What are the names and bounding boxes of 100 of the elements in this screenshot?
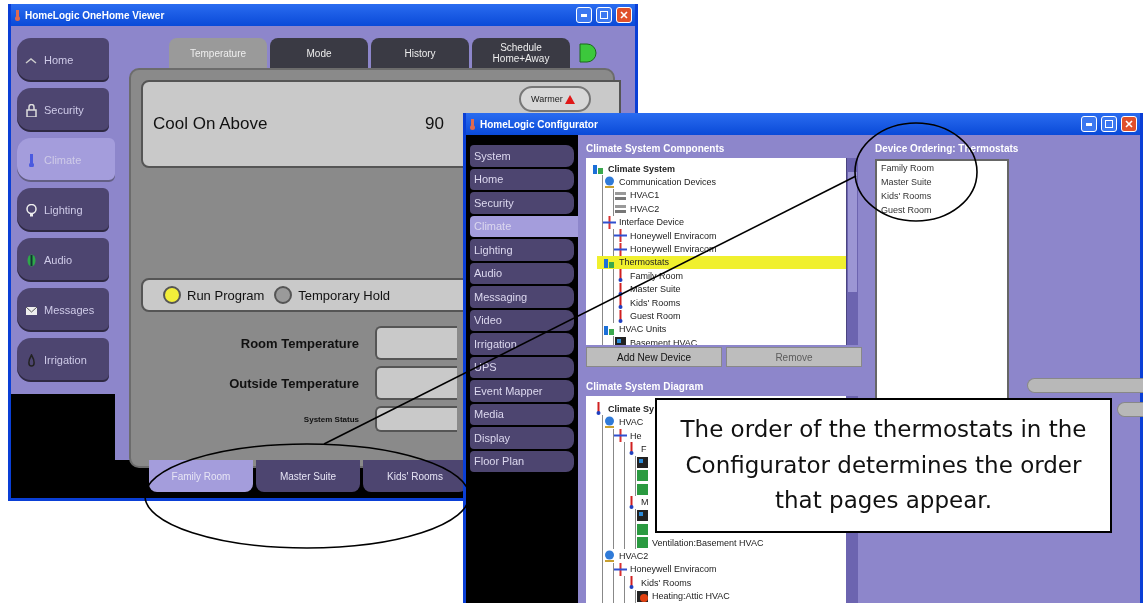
tree-row[interactable]: Honeywell Enviracom [608, 228, 846, 243]
tree-row[interactable]: Guest Room [608, 309, 846, 323]
setpoint-value: 90 [425, 114, 444, 134]
nav-tab[interactable]: Security [470, 192, 574, 214]
tree-row[interactable]: Kids' Rooms [608, 295, 846, 310]
window-title: HomeLogic OneHome Viewer [25, 9, 166, 21]
tab[interactable]: Schedule Home+Away [472, 38, 570, 68]
interface-icon [614, 562, 627, 576]
minimize-button[interactable] [576, 7, 592, 23]
vent-icon [636, 469, 649, 483]
callout-text: The order of the thermostats in the Configurator determines the order that pages appear. [679, 415, 1088, 516]
bulb-icon [25, 203, 38, 217]
interface-icon [614, 229, 627, 243]
app-icon [469, 118, 476, 130]
radio-button[interactable] [163, 286, 181, 304]
drop-icon [25, 353, 38, 367]
list-item[interactable]: Guest Room [881, 205, 1003, 219]
heat-icon [636, 589, 649, 603]
device-button[interactable]: Add New Device [586, 347, 722, 367]
nav-tab[interactable]: Display [470, 427, 574, 449]
climate-icon [592, 162, 605, 176]
nav-tab[interactable]: Lighting [470, 239, 574, 261]
vent-icon [636, 536, 649, 550]
indicator-icon [579, 43, 597, 63]
nav-tab[interactable]: Messaging [470, 286, 574, 308]
nav-tab[interactable]: System [470, 145, 574, 167]
list-item[interactable]: Master Suite [881, 177, 1003, 191]
tree-label[interactable]: HVAC2 [619, 551, 649, 561]
nav-tab[interactable]: Irrigation [17, 338, 109, 382]
nav-tab[interactable]: Video [470, 309, 574, 331]
minimize-icon [1086, 122, 1092, 126]
tree-label[interactable]: He [630, 430, 642, 441]
triangle-up-icon [564, 94, 575, 104]
nav-tab[interactable]: Audio [17, 238, 109, 282]
maximize-icon [600, 11, 608, 19]
radio-label: Temporary Hold [298, 287, 391, 303]
tree-row[interactable]: Master Suite [608, 282, 846, 296]
maximize-icon [1105, 120, 1113, 128]
field-label: Room Temperature [240, 335, 359, 351]
nav-tab[interactable]: Home [17, 38, 109, 82]
tree-row[interactable]: HVAC2 [608, 202, 846, 216]
nav-tab[interactable]: Lighting [17, 188, 109, 232]
nav-tab[interactable]: Event Mapper [470, 380, 574, 402]
interface-icon [614, 429, 627, 442]
tree-row[interactable]: Family Room [608, 269, 846, 283]
tab[interactable]: Mode [270, 38, 368, 68]
hvac-icon [614, 202, 627, 216]
tree-label[interactable]: M [641, 497, 649, 508]
field-label: Outside Temperature [229, 375, 359, 391]
close-icon [1125, 120, 1133, 128]
radio-button[interactable] [274, 286, 293, 304]
speaker-icon [25, 253, 38, 267]
field-label: System Status [303, 414, 359, 424]
tab[interactable]: History [371, 38, 469, 68]
tree-row[interactable]: Climate System [586, 162, 846, 176]
tree-row[interactable]: HVAC Units [597, 322, 846, 337]
device-icon [603, 175, 616, 189]
minimize-icon [581, 13, 587, 17]
interface-icon [603, 215, 616, 229]
tree-label[interactable]: HVAC [619, 417, 644, 428]
vent-icon [636, 522, 649, 536]
unit-icon [636, 509, 649, 523]
tree-row[interactable]: Communication Devices [597, 175, 846, 189]
list-item[interactable]: Kids' Rooms [881, 191, 1003, 205]
interface-icon [614, 242, 627, 256]
lock-icon [25, 103, 38, 117]
tree-label[interactable]: Climate Sy [608, 403, 655, 414]
tree-label[interactable]: Honeywell Enviracom [630, 564, 717, 575]
nav-tab[interactable]: Floor Plan [470, 450, 574, 472]
close-button[interactable] [1121, 116, 1137, 132]
section-heading: Climate System Components [586, 143, 726, 156]
tree-label[interactable]: Heating:Attic HVAC [652, 591, 730, 602]
unit-icon [636, 455, 649, 469]
scrollbar[interactable] [846, 158, 858, 345]
device-icon [603, 549, 616, 563]
tree-row[interactable]: Thermostats [597, 255, 846, 270]
vent-icon [636, 482, 649, 496]
tree-label[interactable]: Ventilation:Basement HVAC [652, 537, 764, 548]
maximize-button[interactable] [596, 7, 612, 23]
maximize-button[interactable] [1101, 116, 1117, 132]
close-button[interactable] [616, 7, 632, 23]
minimize-button[interactable] [1081, 116, 1097, 132]
warmer-button[interactable]: Warmer [519, 86, 591, 112]
hvac-icon [614, 189, 627, 202]
tree-row[interactable]: HVAC1 [608, 188, 846, 203]
app-icon [14, 9, 21, 21]
section-heading: Climate System Diagram [586, 381, 705, 394]
setpoint-label: Cool On Above [153, 114, 269, 134]
nav-tab[interactable]: Irrigation [470, 333, 574, 355]
tree-label[interactable]: F [641, 443, 647, 454]
list-item[interactable]: Family Room [881, 163, 1003, 177]
tree-label[interactable]: Kids' Rooms [641, 577, 692, 588]
nav-tab[interactable]: Security [17, 88, 109, 132]
nav-tab[interactable]: Media [470, 403, 574, 425]
window-title: HomeLogic Configurator [480, 118, 599, 130]
nav-tab[interactable]: Home [470, 168, 574, 190]
nav-tab[interactable]: Messages [17, 288, 109, 332]
nav-tab[interactable]: Audio [470, 262, 574, 284]
tree-row[interactable]: Interface Device [597, 215, 846, 229]
room-tab[interactable]: Master Suite [256, 460, 360, 492]
